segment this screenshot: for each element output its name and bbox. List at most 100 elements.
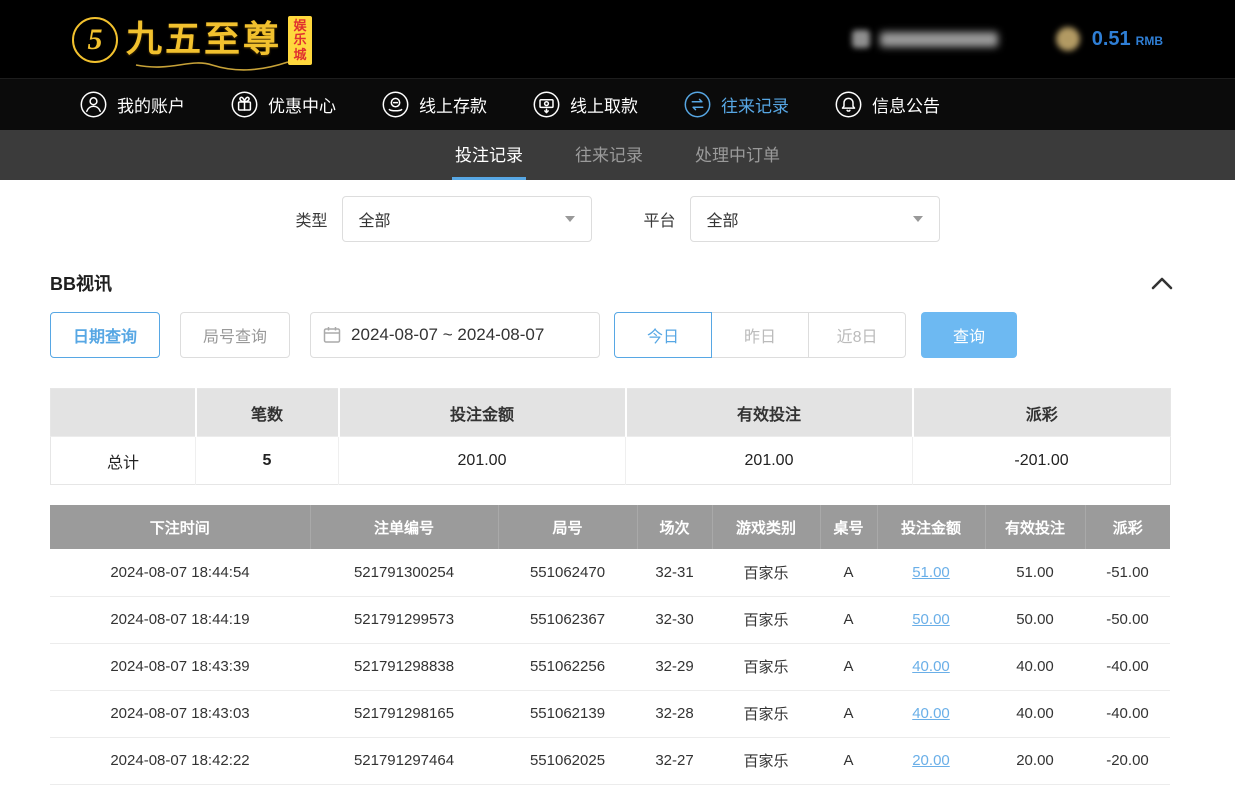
tab-bet-records[interactable]: 投注记录 (452, 130, 526, 180)
game-type: 百家乐 (712, 737, 820, 784)
summary-table: 笔数 投注金额 有效投注 派彩 总计 5 201.00 201.00 -201.… (50, 388, 1171, 485)
bet-time: 2024-08-07 18:44:54 (50, 549, 310, 596)
summary-header-row: 笔数 投注金额 有效投注 派彩 (51, 389, 1171, 437)
bet-amount-link[interactable]: 40.00 (912, 658, 950, 675)
balance-currency: RMB (1136, 34, 1163, 48)
table-no: A (820, 737, 877, 784)
header-round-no: 局号 (498, 505, 637, 549)
chevron-down-icon (913, 216, 923, 222)
nav-item-label: 线上取款 (570, 92, 638, 117)
nav-item-promotions[interactable]: 优惠中心 (231, 91, 336, 118)
session: 32-27 (637, 737, 712, 784)
game-type: 百家乐 (712, 643, 820, 690)
filter-row: 类型 全部 平台 全部 (0, 180, 1235, 260)
header-bet-time: 下注时间 (50, 505, 310, 549)
bet-amount-link[interactable]: 40.00 (912, 705, 950, 722)
round-no: 551062367 (498, 596, 637, 643)
detail-table-body: 2024-08-07 18:44:54521791300254551062470… (50, 549, 1170, 784)
query-row: 日期查询 局号查询 2024-08-07 ~ 2024-08-07 今日 昨日 … (0, 312, 1235, 358)
last-8-days-button[interactable]: 近8日 (808, 312, 906, 358)
table-no: A (820, 690, 877, 737)
valid-bet: 51.00 (985, 549, 1085, 596)
blurred-username (880, 32, 998, 47)
valid-bet: 40.00 (985, 643, 1085, 690)
bet-time: 2024-08-07 18:44:19 (50, 596, 310, 643)
valid-bet: 40.00 (985, 690, 1085, 737)
platform-select-value: 全部 (707, 207, 739, 231)
summary-count: 5 (196, 437, 339, 485)
tab-label: 投注记录 (455, 141, 523, 166)
date-shortcut-group: 今日 昨日 近8日 (614, 312, 906, 358)
type-select[interactable]: 全部 (342, 196, 592, 242)
round-no: 551062470 (498, 549, 637, 596)
nav-item-label: 往来记录 (721, 92, 789, 117)
gift-icon (231, 91, 258, 118)
date-query-button[interactable]: 日期查询 (50, 312, 160, 358)
user-icon (80, 91, 107, 118)
bet-amount-link[interactable]: 20.00 (912, 752, 950, 769)
round-query-button[interactable]: 局号查询 (180, 312, 290, 358)
detail-header-row: 下注时间 注单编号 局号 场次 游戏类别 桌号 投注金额 有效投注 派彩 (50, 505, 1170, 549)
header-table-no: 桌号 (820, 505, 877, 549)
balance-value: 0.51 (1092, 28, 1131, 51)
summary-payout: -201.00 (913, 437, 1171, 485)
header-bet-id: 注单编号 (310, 505, 498, 549)
today-button[interactable]: 今日 (614, 312, 712, 358)
date-range-input[interactable]: 2024-08-07 ~ 2024-08-07 (310, 312, 600, 358)
logo-badge: 娱乐城 (288, 16, 312, 65)
bet-amount-link[interactable]: 51.00 (912, 564, 950, 581)
nav-item-label: 线上存款 (419, 92, 487, 117)
yesterday-button[interactable]: 昨日 (711, 312, 809, 358)
section-head: BB视讯 (0, 260, 1235, 312)
type-filter-label: 类型 (295, 207, 327, 231)
search-button[interactable]: 查询 (921, 312, 1017, 358)
table-row: 2024-08-07 18:44:19521791299573551062367… (50, 596, 1170, 643)
type-select-value: 全部 (359, 207, 391, 231)
bet-id: 521791298838 (310, 643, 498, 690)
summary-valid-bet: 201.00 (626, 437, 913, 485)
chevron-down-icon (565, 216, 575, 222)
bet-amount: 20.00 (877, 737, 985, 784)
bet-amount: 50.00 (877, 596, 985, 643)
table-no: A (820, 549, 877, 596)
bet-amount-link[interactable]: 50.00 (912, 611, 950, 628)
logo-flourish-decoration (132, 59, 292, 71)
bet-amount: 51.00 (877, 549, 985, 596)
tab-processing-orders[interactable]: 处理中订单 (692, 130, 783, 180)
tab-label: 往来记录 (575, 141, 643, 166)
payout: -50.00 (1085, 596, 1170, 643)
summary-total-row: 总计 5 201.00 201.00 -201.00 (51, 437, 1171, 485)
detail-table: 下注时间 注单编号 局号 场次 游戏类别 桌号 投注金额 有效投注 派彩 202… (50, 505, 1170, 785)
bet-amount: 40.00 (877, 643, 985, 690)
summary-header-payout: 派彩 (913, 389, 1171, 437)
site-logo[interactable]: 5 九五至尊 娱乐城 (72, 13, 312, 65)
game-type: 百家乐 (712, 690, 820, 737)
summary-header-count: 笔数 (196, 389, 339, 437)
section-title: BB视讯 (50, 270, 112, 296)
nav-item-announcements[interactable]: 信息公告 (835, 91, 940, 118)
header-game-type: 游戏类别 (712, 505, 820, 549)
bet-time: 2024-08-07 18:42:22 (50, 737, 310, 784)
records-icon (684, 91, 711, 118)
round-no: 551062139 (498, 690, 637, 737)
header-valid-bet: 有效投注 (985, 505, 1085, 549)
nav-item-deposit[interactable]: 线上存款 (382, 91, 487, 118)
payout: -20.00 (1085, 737, 1170, 784)
tab-transaction-records[interactable]: 往来记录 (572, 130, 646, 180)
platform-select[interactable]: 全部 (690, 196, 940, 242)
bet-amount: 40.00 (877, 690, 985, 737)
nav-item-my-account[interactable]: 我的账户 (80, 91, 185, 118)
summary-header-bet-amount: 投注金额 (339, 389, 626, 437)
nav-item-records[interactable]: 往来记录 (684, 91, 789, 118)
header-payout: 派彩 (1085, 505, 1170, 549)
session: 32-30 (637, 596, 712, 643)
logo-text: 九五至尊 (126, 13, 282, 65)
bet-id: 521791297464 (310, 737, 498, 784)
collapse-chevron-up-icon[interactable] (1151, 277, 1173, 290)
payout: -40.00 (1085, 690, 1170, 737)
session: 32-29 (637, 643, 712, 690)
nav-item-withdraw[interactable]: 线上取款 (533, 91, 638, 118)
deposit-icon (382, 91, 409, 118)
summary-header-valid-bet: 有效投注 (626, 389, 913, 437)
summary-bet-amount: 201.00 (339, 437, 626, 485)
